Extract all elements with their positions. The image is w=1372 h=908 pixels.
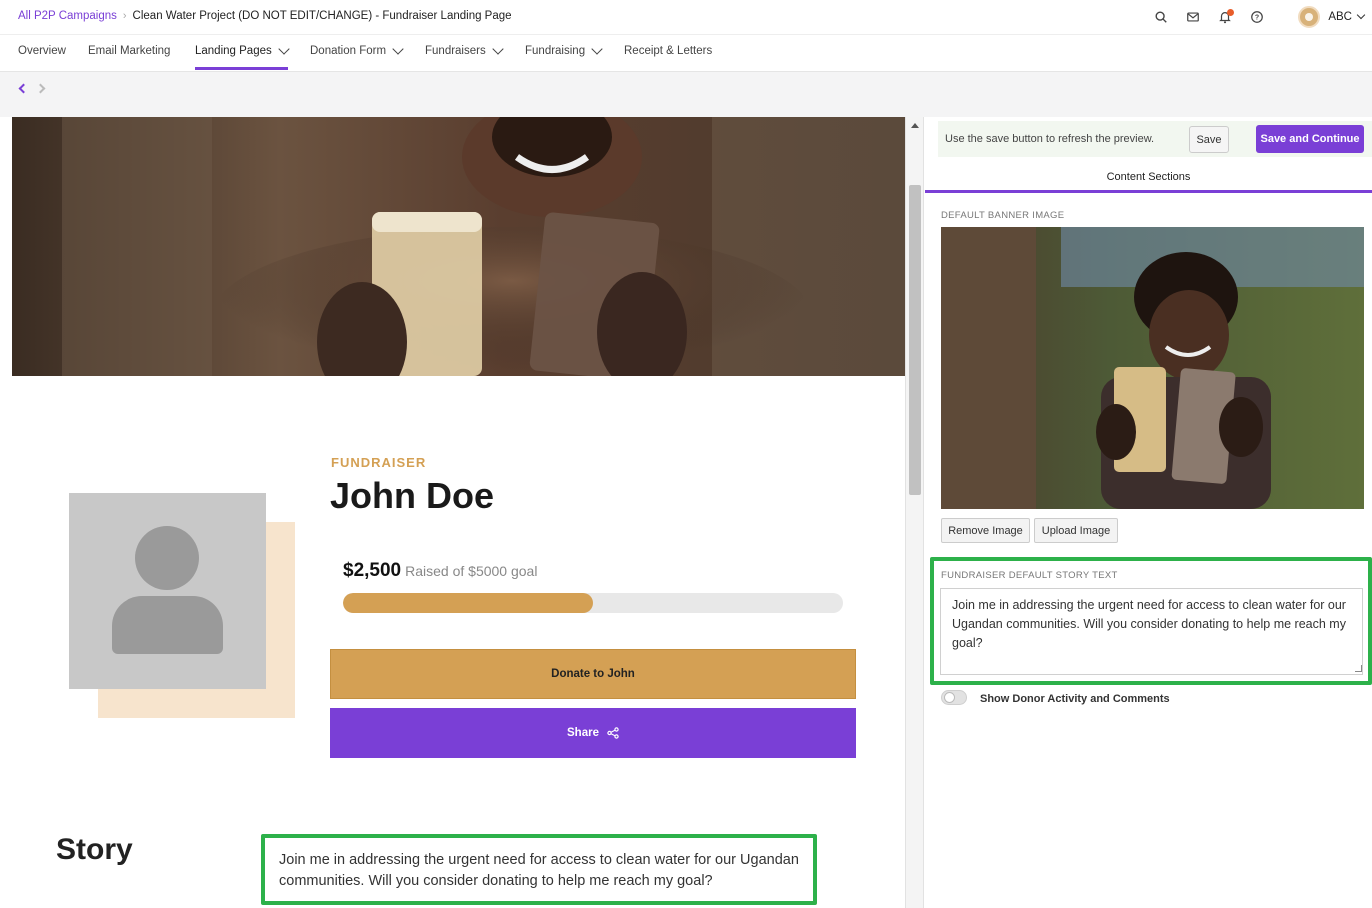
donor-activity-label: Show Donor Activity and Comments bbox=[980, 693, 1170, 705]
share-button-label: Share bbox=[567, 727, 599, 739]
tab-label: Landing Pages bbox=[195, 45, 272, 57]
save-and-continue-button[interactable]: Save and Continue bbox=[1256, 125, 1364, 153]
breadcrumb: All P2P Campaigns › Clean Water Project … bbox=[18, 10, 512, 22]
svg-text:?: ? bbox=[1255, 15, 1259, 22]
chevron-left-icon[interactable] bbox=[18, 83, 29, 94]
remove-image-button[interactable]: Remove Image bbox=[941, 518, 1030, 543]
breadcrumb-current: Clean Water Project (DO NOT EDIT/CHANGE)… bbox=[132, 10, 512, 22]
tab-landing-pages[interactable]: Landing Pages bbox=[195, 43, 290, 70]
chevron-right-icon: › bbox=[122, 10, 127, 22]
progress-fill bbox=[343, 593, 593, 613]
donor-activity-toggle[interactable] bbox=[941, 690, 967, 705]
remove-image-label: Remove Image bbox=[948, 524, 1023, 537]
save-bar: Use the save button to refresh the previ… bbox=[938, 121, 1372, 157]
progress-bar bbox=[343, 593, 843, 613]
resize-handle-icon[interactable] bbox=[1355, 665, 1362, 672]
raised-summary: $2,500 Raised of $5000 goal bbox=[343, 560, 537, 582]
header-actions: ? ABC bbox=[1152, 5, 1366, 29]
story-text-label: FUNDRAISER DEFAULT STORY TEXT bbox=[941, 570, 1118, 581]
banner-image bbox=[12, 117, 905, 376]
raised-goal: Raised of $5000 goal bbox=[405, 563, 538, 579]
save-button-label: Save bbox=[1196, 133, 1222, 146]
notification-dot bbox=[1227, 9, 1235, 16]
chevron-down-icon bbox=[278, 43, 290, 55]
editor-panel: Use the save button to refresh the previ… bbox=[925, 117, 1372, 908]
avatar[interactable] bbox=[1298, 6, 1321, 28]
save-and-continue-label: Save and Continue bbox=[1260, 133, 1360, 145]
tab-content-sections[interactable]: Content Sections bbox=[925, 163, 1372, 193]
story-text-field[interactable]: Join me in addressing the urgent need fo… bbox=[940, 588, 1363, 675]
tab-fundraisers[interactable]: Fundraisers bbox=[425, 43, 504, 57]
tab-label: Fundraising bbox=[525, 45, 586, 57]
help-icon[interactable]: ? bbox=[1248, 8, 1266, 26]
toggle-knob bbox=[944, 692, 955, 703]
scrollbar-thumb[interactable] bbox=[909, 185, 921, 495]
chevron-right-icon[interactable] bbox=[35, 83, 46, 94]
save-hint: Use the save button to refresh the previ… bbox=[945, 133, 1155, 145]
tab-fundraising[interactable]: Fundraising bbox=[525, 43, 603, 57]
tab-label: Content Sections bbox=[1106, 170, 1191, 183]
bell-icon[interactable] bbox=[1216, 8, 1235, 26]
tab-label: Email Marketing bbox=[88, 45, 171, 57]
raised-amount: $2,500 bbox=[343, 560, 402, 581]
donate-button-label: Donate to John bbox=[551, 668, 635, 680]
fundraiser-avatar bbox=[69, 493, 266, 689]
fundraiser-label: FUNDRAISER bbox=[331, 455, 427, 470]
tab-label: Donation Form bbox=[310, 45, 387, 57]
banner-image-thumbnail bbox=[941, 227, 1364, 509]
donate-button[interactable]: Donate to John bbox=[330, 649, 856, 699]
fundraiser-name: John Doe bbox=[330, 475, 495, 516]
chevron-down-icon bbox=[392, 43, 404, 55]
tab-receipt-letters[interactable]: Receipt & Letters bbox=[624, 45, 712, 57]
chevron-down-icon bbox=[492, 43, 504, 55]
banner-image-label: DEFAULT BANNER IMAGE bbox=[941, 210, 1065, 221]
landing-page-preview: FUNDRAISER John Doe $2,500 Raised of $50… bbox=[12, 117, 905, 908]
tab-overview[interactable]: Overview bbox=[18, 45, 66, 57]
campaign-nav: Overview Email Marketing Landing Pages D… bbox=[0, 35, 1372, 72]
search-icon[interactable] bbox=[1152, 8, 1170, 26]
save-button[interactable]: Save bbox=[1189, 126, 1229, 153]
tab-label: Receipt & Letters bbox=[624, 45, 713, 57]
upload-image-button[interactable]: Upload Image bbox=[1034, 518, 1118, 543]
org-name: ABC bbox=[1328, 11, 1352, 23]
share-icon bbox=[607, 727, 619, 739]
tab-donation-form[interactable]: Donation Form bbox=[310, 43, 404, 57]
story-heading: Story bbox=[56, 833, 133, 874]
chevron-down-icon bbox=[591, 43, 603, 55]
tab-email-marketing[interactable]: Email Marketing bbox=[88, 45, 170, 57]
preview-scrollbar[interactable] bbox=[905, 117, 924, 908]
story-text-preview: Join me in addressing the urgent need fo… bbox=[261, 834, 817, 905]
mail-icon[interactable] bbox=[1184, 8, 1202, 26]
tab-label: Fundraisers bbox=[425, 45, 486, 57]
toolbar-band bbox=[0, 72, 1372, 117]
page-pager bbox=[18, 83, 46, 94]
top-bar: All P2P Campaigns › Clean Water Project … bbox=[0, 0, 1372, 35]
chevron-down-icon bbox=[1356, 10, 1366, 20]
scroll-up-icon[interactable] bbox=[911, 123, 919, 128]
upload-image-label: Upload Image bbox=[1041, 524, 1111, 537]
share-button[interactable]: Share bbox=[330, 708, 856, 758]
tab-label: Overview bbox=[18, 45, 66, 57]
breadcrumb-root-link[interactable]: All P2P Campaigns bbox=[18, 10, 117, 22]
org-switcher[interactable]: ABC bbox=[1328, 10, 1366, 23]
